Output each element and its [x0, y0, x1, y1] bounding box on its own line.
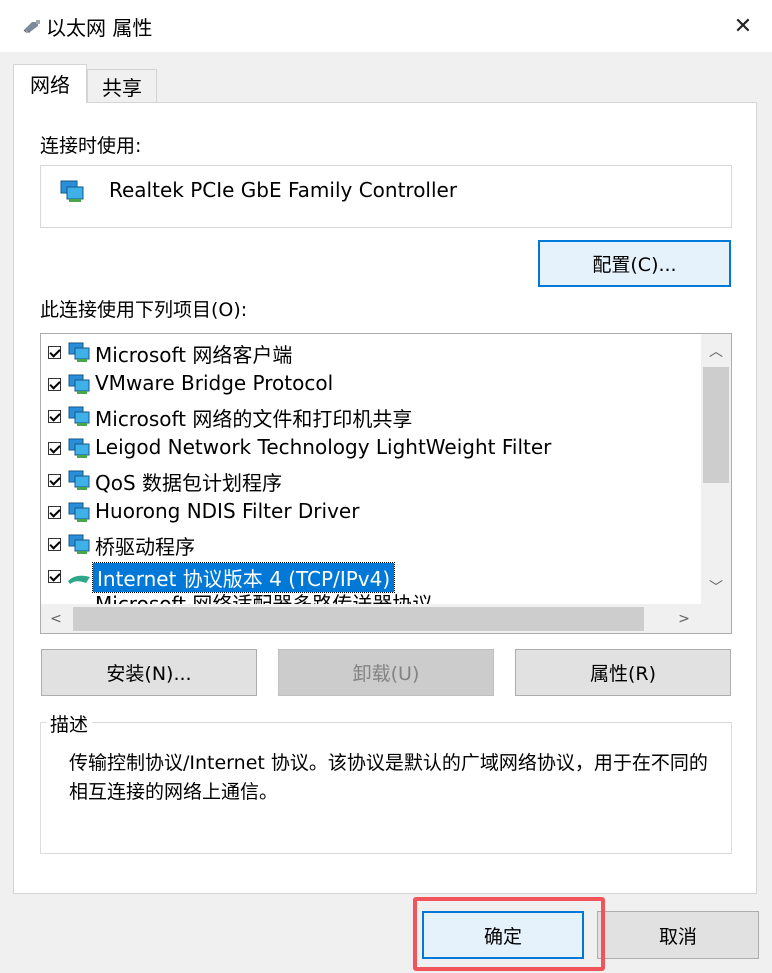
- install-button[interactable]: 安装(N)...: [41, 649, 257, 696]
- chevron-up-icon[interactable]: ︿: [701, 336, 731, 366]
- configure-button[interactable]: 配置(C)...: [538, 240, 731, 287]
- checkbox[interactable]: [48, 410, 61, 423]
- tab-sharing[interactable]: 共享: [87, 69, 157, 102]
- cancel-button[interactable]: 取消: [597, 911, 759, 959]
- items-label: 此连接使用下列项目(O):: [40, 299, 248, 321]
- description-group: 传输控制协议/Internet 协议。该协议是默认的广域网络协议，用于在不同的相…: [40, 722, 732, 854]
- vertical-scroll-thumb[interactable]: [703, 367, 729, 483]
- list-item[interactable]: QoS 数据包计划程序: [41, 464, 701, 496]
- network-service-icon: [68, 502, 90, 522]
- network-service-icon: [68, 470, 90, 490]
- horizontal-scroll-thumb[interactable]: [73, 607, 644, 631]
- chevron-right-icon[interactable]: >: [669, 604, 699, 633]
- tab-network[interactable]: 网络: [13, 64, 87, 103]
- title-bar: 以太网 属性 ✕: [0, 0, 772, 52]
- vertical-scrollbar[interactable]: ︿ ﹀: [701, 334, 731, 604]
- items-list-viewport: Microsoft 网络客户端 VMware Bridge Protocol M…: [41, 334, 701, 604]
- adapter-name: Realtek PCIe GbE Family Controller: [109, 178, 458, 202]
- description-text: 传输控制协议/Internet 协议。该协议是默认的广域网络协议，用于在不同的相…: [69, 752, 708, 803]
- checkbox[interactable]: [48, 346, 61, 359]
- list-item[interactable]: VMware Bridge Protocol: [41, 368, 701, 400]
- network-service-icon: [68, 438, 90, 458]
- window-title: 以太网 属性: [46, 16, 153, 40]
- checkbox[interactable]: [48, 570, 61, 583]
- network-adapter-icon: [60, 180, 84, 202]
- adapter-box: Realtek PCIe GbE Family Controller: [40, 165, 732, 228]
- network-service-icon: [68, 406, 90, 426]
- list-item[interactable]: 桥驱动程序: [41, 528, 701, 560]
- list-item[interactable]: Microsoft 网络的文件和打印机共享: [41, 400, 701, 432]
- items-list[interactable]: Microsoft 网络客户端 VMware Bridge Protocol M…: [40, 333, 732, 634]
- protocol-icon: [68, 575, 90, 584]
- list-item[interactable]: Microsoft 网络适配器多路传送器协议: [41, 592, 701, 604]
- properties-button[interactable]: 属性(R): [515, 649, 731, 696]
- ethernet-icon: [23, 20, 40, 33]
- close-button[interactable]: ✕: [722, 8, 764, 44]
- description-legend: 描述: [46, 710, 93, 737]
- list-item[interactable]: Leigod Network Technology LightWeight Fi…: [41, 432, 701, 464]
- checkbox[interactable]: [48, 538, 61, 551]
- network-service-icon: [68, 534, 90, 554]
- network-client-icon: [68, 342, 90, 362]
- checkbox[interactable]: [48, 474, 61, 487]
- horizontal-scrollbar[interactable]: < >: [41, 604, 731, 633]
- network-service-icon: [68, 374, 90, 394]
- chevron-down-icon[interactable]: ﹀: [701, 572, 731, 602]
- chevron-left-icon[interactable]: <: [41, 604, 71, 633]
- list-item[interactable]: Microsoft 网络客户端: [41, 336, 701, 368]
- list-item[interactable]: Huorong NDIS Filter Driver: [41, 496, 701, 528]
- checkbox[interactable]: [48, 442, 61, 455]
- uninstall-button[interactable]: 卸载(U): [278, 649, 494, 696]
- connect-using-label: 连接时使用:: [40, 135, 142, 157]
- close-icon: ✕: [733, 13, 753, 39]
- ok-button[interactable]: 确定: [422, 911, 584, 959]
- checkbox[interactable]: [48, 378, 61, 391]
- checkbox[interactable]: [48, 506, 61, 519]
